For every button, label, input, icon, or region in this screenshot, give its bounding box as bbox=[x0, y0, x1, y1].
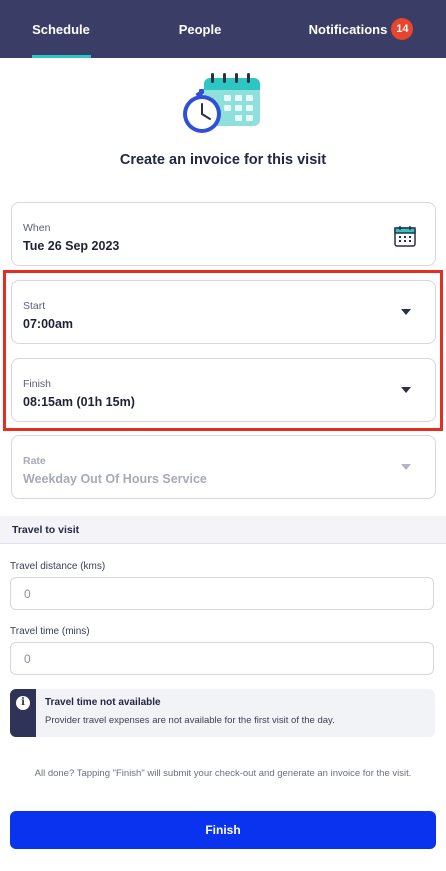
start-label: Start bbox=[23, 300, 46, 312]
finish-value: 08:15am (01h 15m) bbox=[23, 395, 135, 409]
finish-label: Finish bbox=[23, 378, 52, 390]
calendar-clock-illustration bbox=[183, 73, 260, 133]
notice-title: Travel time not available bbox=[45, 697, 161, 708]
tab-schedule[interactable]: Schedule bbox=[0, 0, 122, 58]
footnote-text: All done? Tapping "Finish" will submit y… bbox=[34, 768, 412, 779]
travel-section-header: Travel to visit bbox=[0, 516, 446, 544]
tab-notifications-label: Notifications bbox=[308, 21, 388, 37]
tab-schedule-label: Schedule bbox=[32, 21, 90, 37]
chevron-down-icon bbox=[401, 387, 411, 393]
chevron-down-icon bbox=[401, 464, 411, 470]
when-field[interactable]: When Tue 26 Sep 2023 bbox=[11, 202, 436, 266]
travel-time-label: Travel time (mins) bbox=[10, 626, 90, 637]
travel-section-title: Travel to visit bbox=[12, 524, 80, 536]
rate-dropdown: Rate Weekday Out Of Hours Service bbox=[11, 435, 436, 499]
top-nav: Schedule People Notifications 14 bbox=[0, 0, 446, 58]
notice-body: Provider travel expenses are not availab… bbox=[45, 715, 335, 726]
tab-notifications[interactable]: Notifications 14 bbox=[296, 0, 426, 58]
active-tab-indicator bbox=[32, 55, 91, 58]
travel-time-input[interactable] bbox=[10, 642, 434, 675]
rate-value: Weekday Out Of Hours Service bbox=[23, 472, 207, 486]
notifications-badge: 14 bbox=[391, 18, 414, 40]
notice-bar: i bbox=[10, 689, 36, 737]
page-title: Create an invoice for this visit bbox=[119, 152, 327, 168]
travel-distance-label: Travel distance (kms) bbox=[10, 561, 106, 572]
when-label: When bbox=[23, 222, 51, 234]
chevron-down-icon bbox=[401, 309, 411, 315]
tab-people[interactable]: People bbox=[140, 0, 260, 58]
when-value: Tue 26 Sep 2023 bbox=[23, 239, 120, 253]
travel-distance-input[interactable] bbox=[10, 577, 434, 610]
finish-button[interactable]: Finish bbox=[10, 811, 436, 849]
travel-notice: i Travel time not available Provider tra… bbox=[10, 689, 435, 737]
rate-label: Rate bbox=[23, 455, 46, 467]
start-value: 07:00am bbox=[23, 317, 74, 331]
finish-time-dropdown[interactable]: Finish 08:15am (01h 15m) bbox=[11, 358, 436, 422]
start-time-dropdown[interactable]: Start 07:00am bbox=[11, 280, 436, 344]
info-icon: i bbox=[16, 696, 30, 710]
tab-people-label: People bbox=[178, 21, 222, 37]
calendar-icon[interactable] bbox=[393, 224, 417, 248]
